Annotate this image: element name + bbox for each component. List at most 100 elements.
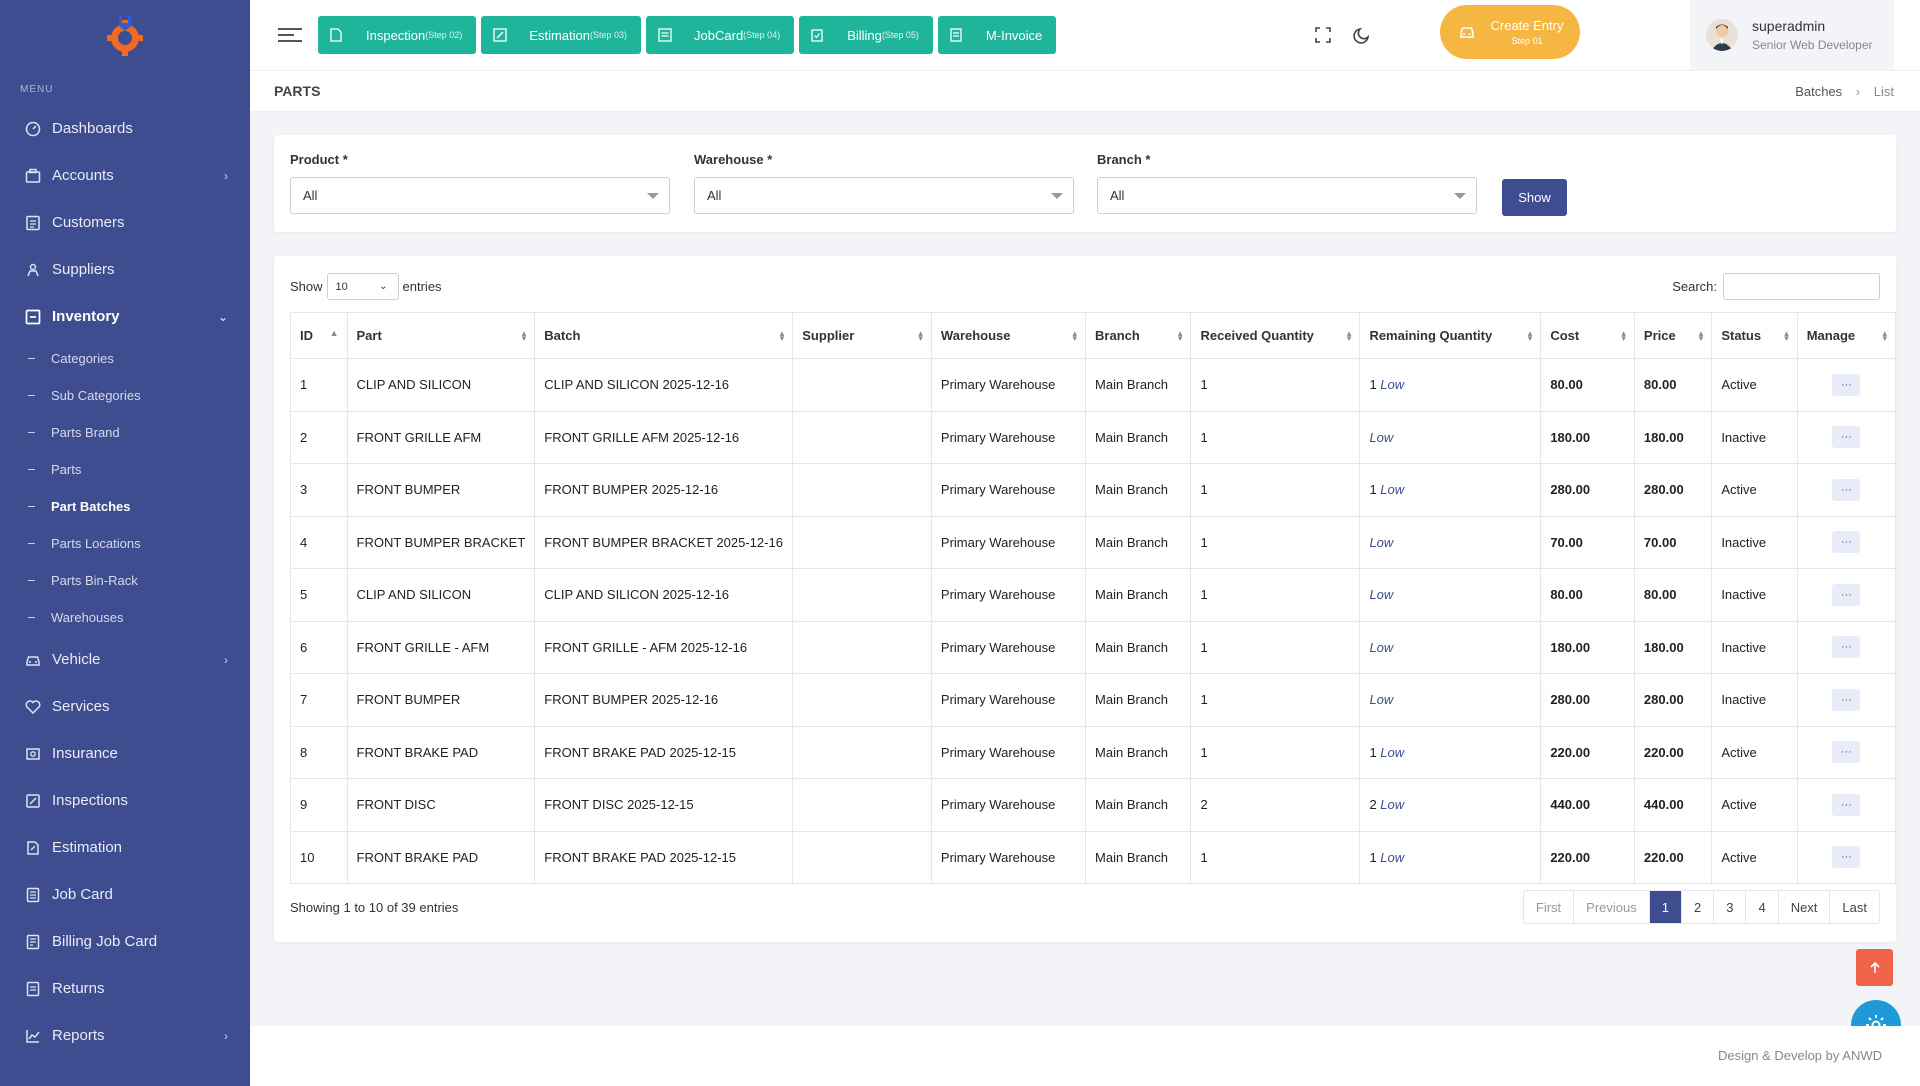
fullscreen-icon[interactable] bbox=[1312, 24, 1334, 46]
manage-button[interactable]: ··· bbox=[1832, 583, 1861, 606]
column-header-label: Remaining Quantity bbox=[1369, 328, 1493, 343]
step-billing-button[interactable]: Billing (Step 05) bbox=[799, 16, 933, 54]
column-header-branch[interactable]: Branch ▴ ▾ bbox=[1085, 312, 1192, 359]
manage-button[interactable]: ··· bbox=[1832, 373, 1861, 396]
sidebar-item-returns[interactable]: Returns bbox=[0, 965, 250, 1012]
sidebar-item-job-card[interactable]: Job Card bbox=[0, 871, 250, 918]
cell-price: 80.00 bbox=[1633, 358, 1713, 412]
column-header-label: ID bbox=[300, 328, 313, 343]
pagination-page-1[interactable]: 1 bbox=[1649, 891, 1682, 923]
column-header-id[interactable]: ID ▲ bbox=[290, 312, 348, 359]
topbar: Inspection (Step 02) Estimation (Step 03) … bbox=[250, 0, 1920, 70]
column-header-supplier[interactable]: Supplier ▴ ▾ bbox=[792, 312, 932, 359]
user-menu[interactable]: superadmin Senior Web Developer bbox=[1690, 0, 1894, 70]
sidebar-subitem-parts-locations[interactable]: Parts Locations bbox=[0, 525, 250, 562]
manage-button[interactable]: ··· bbox=[1832, 531, 1861, 554]
column-header-cost[interactable]: Cost ▴ ▾ bbox=[1540, 312, 1635, 359]
column-header-price[interactable]: Price ▴ ▾ bbox=[1633, 312, 1713, 359]
sidebar-item-customers[interactable]: Customers bbox=[0, 199, 250, 246]
search-input[interactable] bbox=[1723, 273, 1880, 300]
page-title-bar: PARTS Batches › List bbox=[250, 70, 1920, 111]
sidebar-subitem-sub-categories[interactable]: Sub Categories bbox=[0, 377, 250, 414]
cell-branch: Main Branch bbox=[1085, 620, 1192, 674]
scroll-to-top-button[interactable] bbox=[1856, 949, 1893, 986]
page-length-select[interactable]: 10 ⌄ bbox=[326, 273, 399, 300]
remaining-value: 1 bbox=[1369, 377, 1377, 393]
chevron-down-icon: ⌄ bbox=[379, 281, 388, 292]
step-jobcard-button[interactable]: JobCard (Step 04) bbox=[646, 16, 795, 54]
low-stock-indicator: Low bbox=[1369, 534, 1394, 550]
sidebar-item-label: Suppliers bbox=[52, 261, 115, 278]
dropdown-caret-icon bbox=[1051, 193, 1063, 199]
services-icon bbox=[24, 698, 42, 716]
cell-supplier bbox=[792, 568, 932, 622]
sidebar-item-dashboards[interactable]: Dashboards bbox=[0, 105, 250, 152]
insurance-icon bbox=[24, 745, 42, 763]
cell-branch: Main Branch bbox=[1085, 410, 1192, 464]
sidebar-item-inspections[interactable]: Inspections bbox=[0, 777, 250, 824]
app-logo[interactable] bbox=[0, 0, 250, 70]
product-select[interactable]: All bbox=[290, 177, 670, 214]
step-inspection-button[interactable]: Inspection (Step 02) bbox=[318, 16, 477, 54]
column-header-part[interactable]: Part ▴ ▾ bbox=[346, 312, 536, 359]
column-header-manage[interactable]: Manage ▴ ▾ bbox=[1796, 312, 1897, 359]
cell-status: Active bbox=[1711, 463, 1798, 517]
pagination-page-4[interactable]: 4 bbox=[1746, 891, 1779, 923]
sort-icon: ▴ ▾ bbox=[779, 328, 785, 343]
low-stock-indicator: Low bbox=[1380, 849, 1405, 865]
column-header-warehouse[interactable]: Warehouse ▴ ▾ bbox=[930, 312, 1087, 359]
sidebar-item-estimation[interactable]: Estimation bbox=[0, 824, 250, 871]
sidebar-item-vehicle[interactable]: Vehicle › bbox=[0, 636, 250, 683]
estimation-icon bbox=[24, 839, 42, 857]
create-entry-button[interactable]: Create Entry Step 01 bbox=[1440, 5, 1580, 59]
sidebar-subitem-parts[interactable]: Parts bbox=[0, 451, 250, 488]
pagination: First Previous 1 2 3 4 Next Last bbox=[1522, 890, 1880, 924]
column-header-label: Part bbox=[356, 328, 382, 343]
manage-button[interactable]: ··· bbox=[1832, 636, 1861, 659]
manage-button[interactable]: ··· bbox=[1832, 741, 1861, 764]
sidebar-subitem-warehouses[interactable]: Warehouses bbox=[0, 599, 250, 636]
cell-id: 5 bbox=[290, 568, 348, 622]
cell-id: 9 bbox=[290, 778, 348, 832]
step-m-invoice-button[interactable]: M-Invoice bbox=[937, 16, 1057, 54]
pagination-page-2[interactable]: 2 bbox=[1682, 891, 1715, 923]
column-header-status[interactable]: Status ▴ ▾ bbox=[1711, 312, 1798, 359]
pagination-previous[interactable]: Previous bbox=[1574, 891, 1650, 923]
sidebar-item-reports[interactable]: Reports › bbox=[0, 1012, 250, 1059]
gear-wrench-logo-icon bbox=[107, 16, 143, 56]
column-header-received-quantity[interactable]: Received Quantity ▴ ▾ bbox=[1190, 312, 1361, 359]
sidebar-subitem-parts-bin-rack[interactable]: Parts Bin-Rack bbox=[0, 562, 250, 599]
sidebar-subitem-part-batches[interactable]: Part Batches bbox=[0, 488, 250, 525]
sidebar-item-inventory[interactable]: Inventory ⌄ bbox=[0, 293, 250, 340]
cell-warehouse: Primary Warehouse bbox=[930, 463, 1087, 517]
sidebar-item-services[interactable]: Services bbox=[0, 683, 250, 730]
sidebar-subitem-categories[interactable]: Categories bbox=[0, 340, 250, 377]
step-label: Billing bbox=[847, 27, 882, 43]
cell-part: FRONT BRAKE PAD bbox=[346, 830, 536, 884]
breadcrumb-item-batches[interactable]: Batches bbox=[1795, 84, 1842, 99]
sidebar-item-billing-job-card[interactable]: Billing Job Card bbox=[0, 918, 250, 965]
sidebar-item-insurance[interactable]: Insurance bbox=[0, 730, 250, 777]
menu-toggle-icon[interactable] bbox=[278, 28, 302, 42]
warehouse-select[interactable]: All bbox=[694, 177, 1074, 214]
step-estimation-button[interactable]: Estimation (Step 03) bbox=[481, 16, 642, 54]
manage-button[interactable]: ··· bbox=[1832, 846, 1861, 869]
column-header-batch[interactable]: Batch ▴ ▾ bbox=[534, 312, 794, 359]
dark-mode-moon-icon[interactable] bbox=[1351, 24, 1373, 46]
pagination-last[interactable]: Last bbox=[1830, 891, 1879, 923]
branch-select[interactable]: All bbox=[1097, 177, 1477, 214]
sidebar-item-suppliers[interactable]: Suppliers bbox=[0, 246, 250, 293]
pagination-first[interactable]: First bbox=[1524, 891, 1575, 923]
pagination-next[interactable]: Next bbox=[1779, 891, 1831, 923]
table-row: 2 FRONT GRILLE AFM FRONT GRILLE AFM 2025-1… bbox=[290, 410, 1897, 464]
column-header-remaining-quantity[interactable]: Remaining Quantity ▴ ▾ bbox=[1359, 312, 1542, 359]
show-button[interactable]: Show bbox=[1502, 179, 1567, 216]
sidebar-subitem-parts-brand[interactable]: Parts Brand bbox=[0, 414, 250, 451]
manage-button[interactable]: ··· bbox=[1832, 426, 1861, 449]
manage-button[interactable]: ··· bbox=[1832, 793, 1861, 816]
manage-button[interactable]: ··· bbox=[1832, 478, 1861, 501]
sidebar-item-accounts[interactable]: Accounts › bbox=[0, 152, 250, 199]
pagination-page-3[interactable]: 3 bbox=[1714, 891, 1747, 923]
create-entry-step: Step 01 bbox=[1511, 36, 1543, 46]
manage-button[interactable]: ··· bbox=[1832, 688, 1861, 711]
